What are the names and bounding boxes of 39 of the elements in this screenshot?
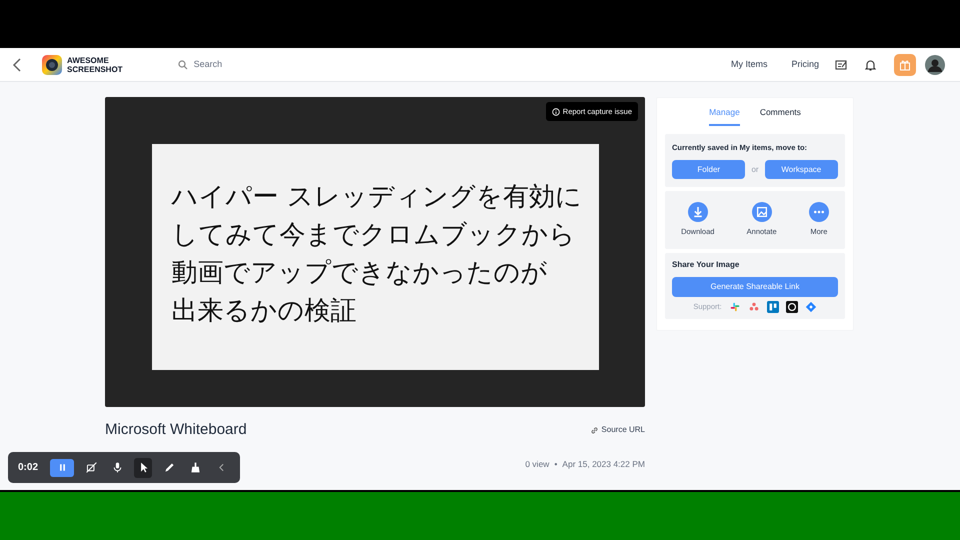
whiteboard-text: してみて今までクロムブックから	[172, 219, 576, 252]
pointer-button[interactable]	[134, 458, 152, 478]
bell-icon[interactable]	[865, 58, 876, 70]
more-icon	[808, 202, 829, 222]
view-count: 0 view	[525, 458, 550, 470]
logo-text: AWESOME	[67, 56, 110, 64]
pencil-icon	[162, 461, 176, 474]
three-dots-icon[interactable]	[748, 301, 760, 313]
camera-off-icon	[84, 461, 98, 474]
avatar-icon[interactable]	[925, 54, 945, 74]
pinwheel-icon[interactable]	[728, 301, 741, 313]
diamond-icon[interactable]	[804, 301, 817, 313]
separator: •	[554, 458, 558, 470]
timer-text: 0:02	[18, 461, 38, 475]
search-icon	[178, 60, 188, 70]
checklist-icon[interactable]	[835, 58, 847, 70]
whiteboard-text: 出来るかの検証	[172, 295, 358, 328]
whiteboard-text: 動画でアップできなかったのが	[172, 257, 548, 290]
panel-tab[interactable]: Comments	[760, 106, 801, 126]
share-title: Share Your Image	[672, 259, 740, 271]
broom-icon	[188, 461, 202, 474]
date-text: Apr 15, 2023 4:22 PM	[562, 458, 645, 470]
back-icon[interactable]	[12, 58, 22, 72]
info-icon	[552, 108, 560, 116]
nav-link[interactable]: Pricing	[791, 58, 819, 72]
logo-text: SCREENSHOT	[67, 64, 123, 74]
logo-icon[interactable]	[42, 54, 62, 74]
board-icon[interactable]	[766, 301, 779, 313]
nav-link[interactable]: My Items	[730, 58, 768, 72]
image-edit-icon	[752, 202, 772, 222]
gift-icon	[899, 58, 911, 70]
whiteboard-text: ハイパー スレッディングを有効に	[172, 181, 583, 214]
source-link[interactable]: Source URL	[591, 424, 645, 436]
item-title: Microsoft Whiteboard	[105, 420, 247, 440]
link-icon	[591, 426, 598, 434]
search-field[interactable]: Search	[194, 58, 394, 72]
or-text: or	[751, 164, 759, 176]
pause-button[interactable]	[50, 458, 74, 476]
download-icon	[688, 202, 708, 222]
